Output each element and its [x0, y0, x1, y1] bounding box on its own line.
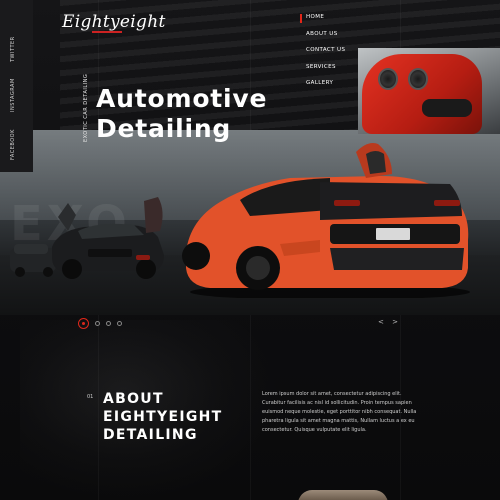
nav-item-home[interactable]: HOME: [306, 14, 345, 20]
inset-car-vent: [422, 99, 472, 117]
about-title-line: EIGHTYEIGHT: [103, 409, 223, 425]
hero-car-orange: [182, 143, 470, 298]
inset-car-tail-lamp: [378, 68, 398, 90]
bottom-car-teaser: [298, 490, 388, 500]
inset-image-red-car: [358, 48, 500, 134]
inset-car-tail-lamp: [408, 68, 428, 90]
slider-arrows[interactable]: < >: [378, 318, 401, 326]
social-sidebar: TWITTER INSTAGRAM FACEBOOK: [0, 0, 33, 172]
about-title-line: DETAILING: [103, 427, 198, 443]
hero-title-line: Automotive: [96, 84, 268, 113]
inset-car-body: [362, 54, 482, 134]
hero-title: Automotive Detailing: [96, 84, 267, 144]
nav-item-about-us[interactable]: ABOUT US: [306, 31, 345, 37]
social-link-instagram[interactable]: INSTAGRAM: [10, 78, 16, 112]
background-car-black: [52, 197, 164, 279]
about-title: ABOUT EIGHTYEIGHT DETAILING: [103, 390, 223, 444]
hero-tagline: EXOTIC CAR DETAILING: [83, 73, 89, 142]
page: EXO: [0, 0, 500, 500]
brand-logo[interactable]: Eightyeight: [62, 12, 166, 32]
nav-item-contact-us[interactable]: CONTACT US: [306, 47, 345, 53]
main-nav: HOME ABOUT US CONTACT US SERVICES GALLER…: [300, 14, 345, 97]
social-link-twitter[interactable]: TWITTER: [10, 36, 16, 62]
about-body-text: Lorem ipsum dolor sit amet, consectetur …: [262, 391, 417, 433]
about-title-line: ABOUT: [103, 391, 164, 407]
nav-item-services[interactable]: SERVICES: [306, 64, 345, 70]
nav-item-gallery[interactable]: GALLERY: [306, 80, 345, 86]
social-link-facebook[interactable]: FACEBOOK: [10, 129, 16, 160]
about-section-number: 01: [87, 394, 94, 400]
hero-title-line: Detailing: [96, 114, 232, 143]
logo-underline: [92, 31, 122, 33]
